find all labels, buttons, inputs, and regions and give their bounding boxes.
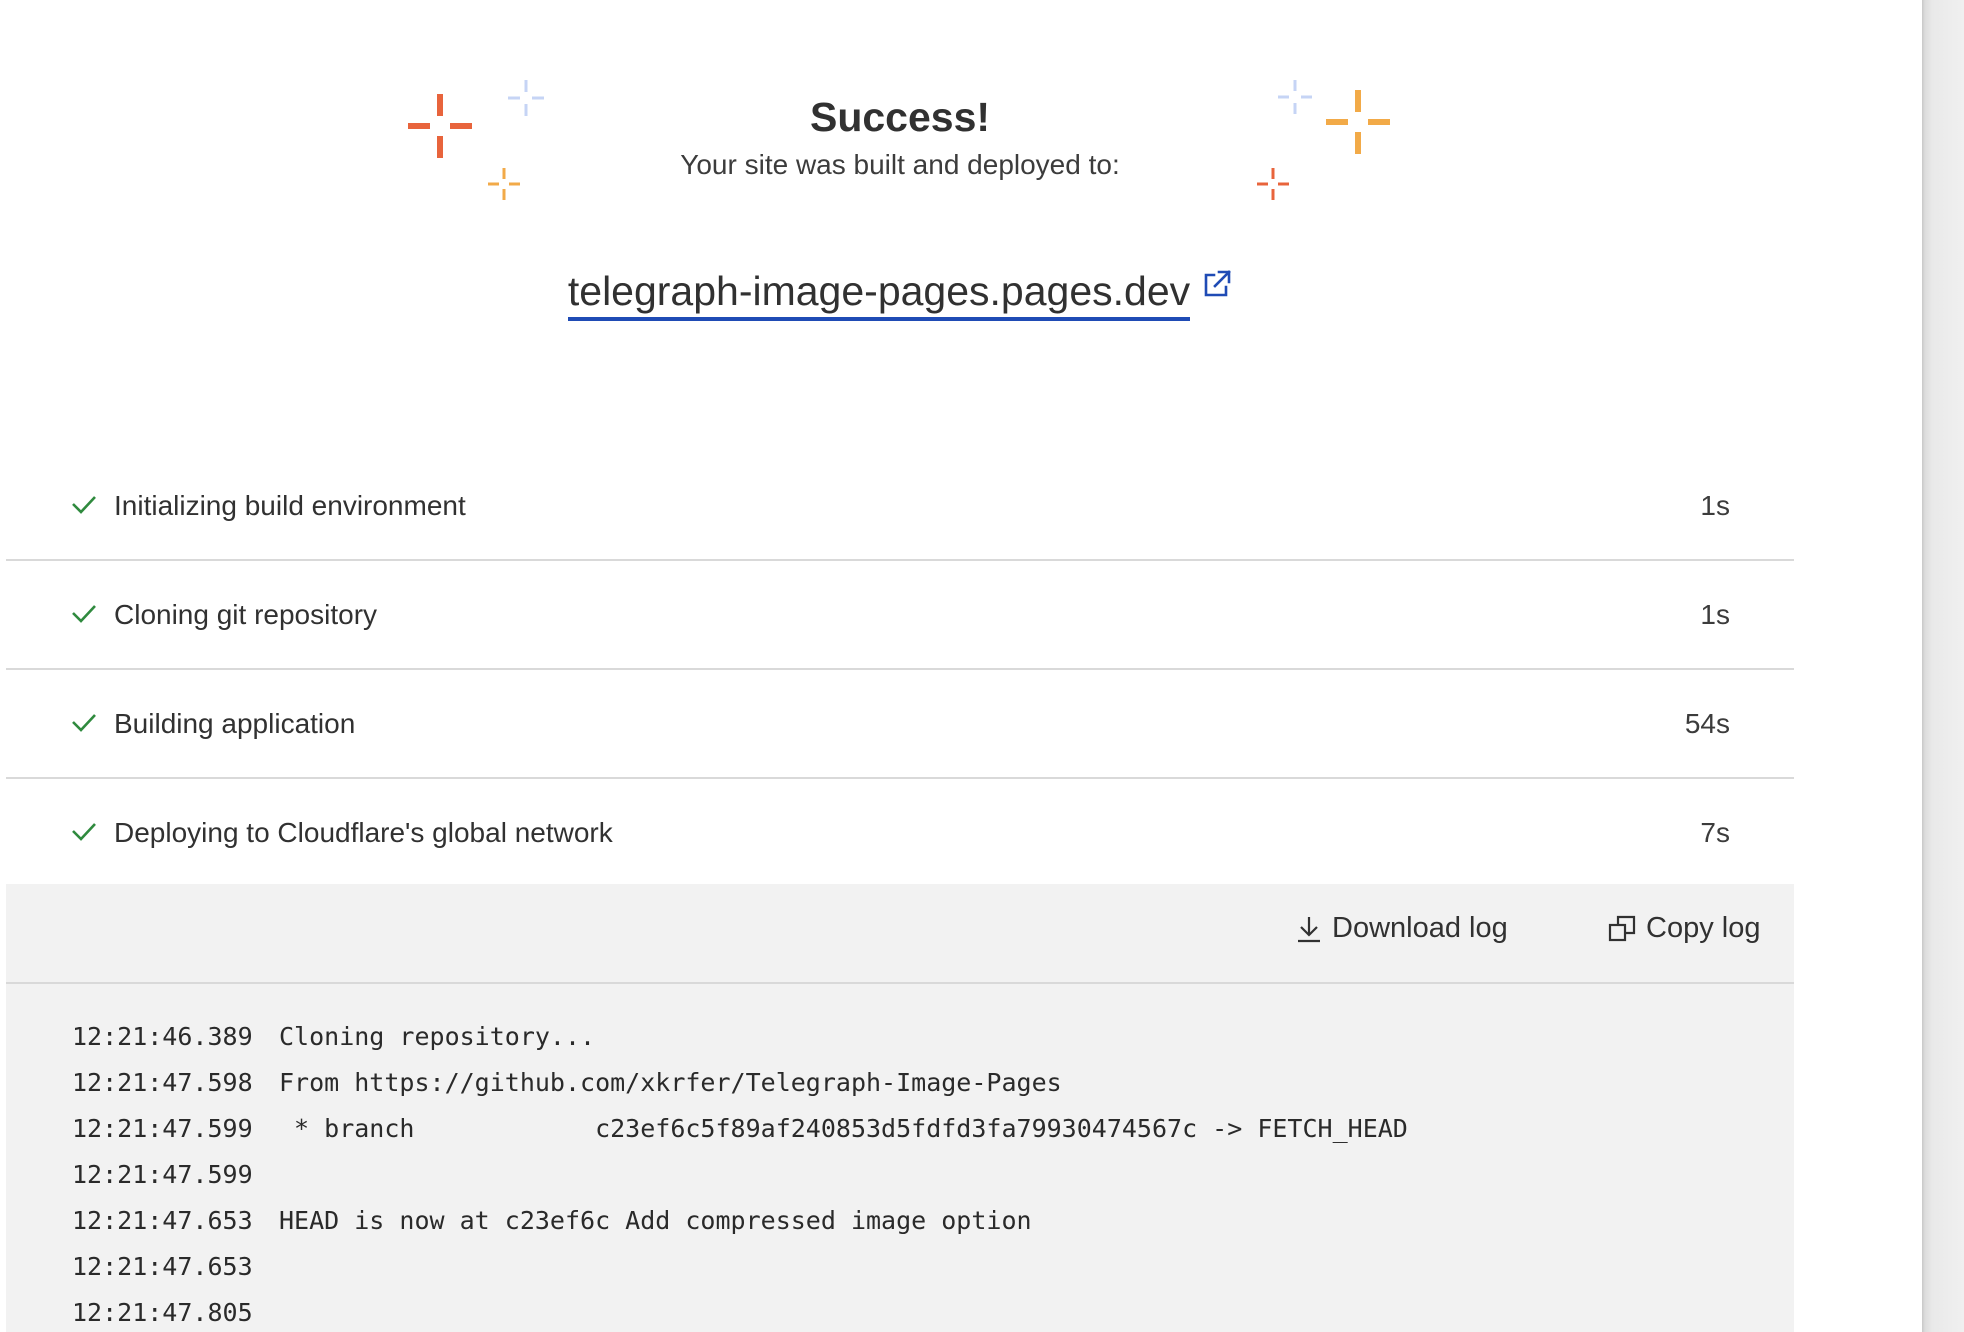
log-timestamp: 12:21:47.599 xyxy=(72,1114,253,1143)
build-step-row[interactable]: Cloning git repository 1s xyxy=(6,561,1794,670)
check-icon xyxy=(72,823,96,841)
success-title: Success! xyxy=(809,94,991,140)
log-message: Cloning repository... xyxy=(279,1022,596,1051)
build-step-row[interactable]: Building application 54s xyxy=(6,670,1794,779)
log-line: 12:21:46.389 Cloning repository... xyxy=(72,1022,595,1051)
copy-log-label: Copy log xyxy=(1646,912,1761,944)
download-icon xyxy=(1298,916,1320,942)
log-message: From https://github.com/xkrfer/Telegraph… xyxy=(279,1068,1062,1097)
build-step-row[interactable]: Initializing build environment 1s xyxy=(6,452,1794,561)
build-step-row[interactable]: Deploying to Cloudflare's global network… xyxy=(6,779,1794,888)
deployment-details-panel: Success! Your site was built and deploye… xyxy=(0,0,1922,1332)
step-duration: 7s xyxy=(1700,816,1730,848)
step-label: Cloning git repository xyxy=(114,598,378,630)
step-label: Deploying to Cloudflare's global network xyxy=(114,816,613,848)
copy-icon xyxy=(1608,915,1636,941)
build-steps-list: Initializing build environment 1s Clonin… xyxy=(6,452,1794,888)
log-line: 12:21:47.598 From https://github.com/xkrf… xyxy=(72,1068,1062,1097)
build-log-output[interactable]: 12:21:46.389 Cloning repository... 12:21:… xyxy=(6,984,1794,1332)
step-duration: 1s xyxy=(1700,598,1730,630)
step-duration: 54s xyxy=(1684,707,1730,739)
log-timestamp: 12:21:47.599 xyxy=(72,1160,253,1189)
log-message: HEAD is now at c23ef6c Add compressed im… xyxy=(279,1206,1032,1235)
log-toolbar: Download log Copy log xyxy=(6,884,1794,984)
log-line: 12:21:47.805 xyxy=(72,1298,279,1327)
window-edge xyxy=(1922,0,1964,1332)
log-timestamp: 12:21:47.653 xyxy=(72,1206,253,1235)
log-line: 12:21:47.599 xyxy=(72,1160,279,1189)
log-message: * branch c23ef6c5f89af240853d5fdfd3fa799… xyxy=(279,1114,1408,1143)
log-timestamp: 12:21:47.805 xyxy=(72,1298,253,1327)
step-label: Building application xyxy=(114,707,356,739)
download-log-label: Download log xyxy=(1332,912,1508,944)
check-icon xyxy=(72,714,96,732)
check-icon xyxy=(72,496,96,514)
download-log-button[interactable]: Download log xyxy=(1296,912,1508,945)
log-timestamp: 12:21:47.653 xyxy=(72,1252,253,1281)
step-label: Initializing build environment xyxy=(114,489,466,521)
log-line: 12:21:47.653 xyxy=(72,1252,279,1281)
log-line: 12:21:47.653 HEAD is now at c23ef6c Add c… xyxy=(72,1206,1032,1235)
log-line: 12:21:47.599 * branch c23ef6c5f89af24085… xyxy=(72,1114,1408,1143)
log-timestamp: 12:21:47.598 xyxy=(72,1068,253,1097)
success-subtitle: Your site was built and deployed to: xyxy=(680,149,1120,180)
external-link-icon[interactable] xyxy=(1202,269,1232,299)
deployment-url-link[interactable]: telegraph-image-pages.pages.dev xyxy=(567,268,1191,322)
log-timestamp: 12:21:46.389 xyxy=(72,1022,253,1051)
copy-log-button[interactable]: Copy log xyxy=(1608,912,1760,945)
check-icon xyxy=(72,605,96,623)
deployment-url-container: telegraph-image-pages.pages.dev xyxy=(0,268,1800,322)
step-duration: 1s xyxy=(1700,489,1730,521)
